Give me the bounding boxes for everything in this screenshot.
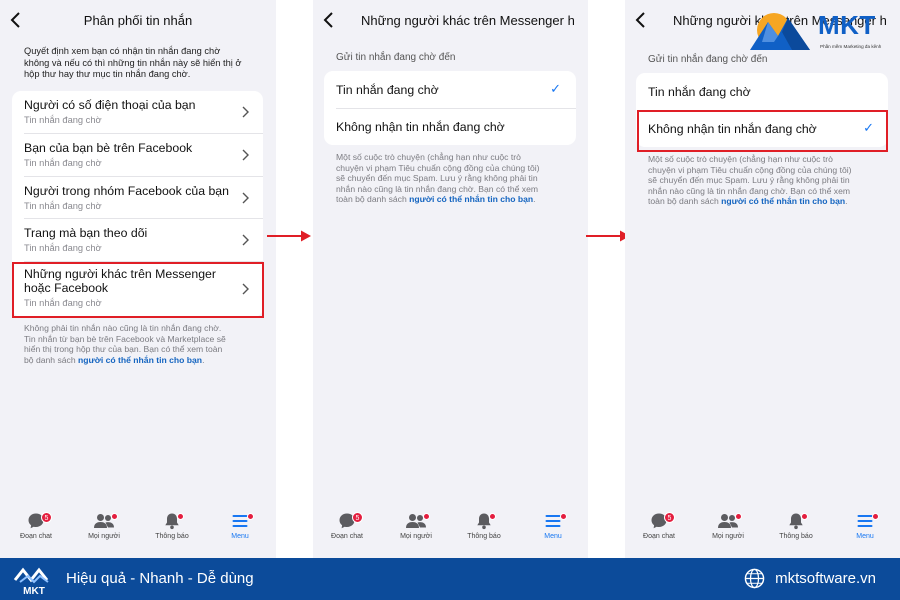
slogan: Hiệu quả - Nhanh - Dễ dùng (66, 570, 254, 587)
bottom-tab-bar: 5 Đoạn chat Mọi người Thông báo Menu (313, 508, 588, 558)
highlight-box (637, 110, 888, 152)
tab-notifications[interactable]: Thông báo (771, 512, 821, 556)
notification-dot (423, 513, 430, 520)
bottom-tab-bar: 5 Đoạn chat Mọi người Thông báo Menu (0, 508, 276, 558)
who-can-message-link[interactable]: người có thể nhắn tin cho bạn (78, 355, 202, 365)
unread-badge: 5 (664, 512, 675, 523)
globe-icon (744, 568, 765, 589)
tab-notifications[interactable]: Thông báo (147, 512, 197, 556)
notification-dot (872, 513, 879, 520)
footnote: Một số cuộc trò chuyện (chẳng hạn như cu… (336, 152, 540, 205)
page-title: Phân phối tin nhắn (83, 13, 193, 28)
footer-banner: MKT Hiệu quả - Nhanh - Dễ dùng mktsoftwa… (0, 558, 900, 600)
footer-logo-text: MKT (23, 586, 45, 596)
notification-dot (801, 513, 808, 520)
tab-chats[interactable]: 5 Đoạn chat (634, 512, 684, 556)
tab-people[interactable]: Mọi người (703, 512, 753, 556)
option-no-pending[interactable]: Không nhận tin nhắn đang chờ (324, 109, 576, 145)
section-label: Gửi tin nhắn đang chờ đến (336, 52, 456, 63)
notification-dot (560, 513, 567, 520)
notification-dot (247, 513, 254, 520)
brand-logo: MKT Phần mềm Marketing đa kênh (748, 6, 896, 58)
tutorial-image: Phân phối tin nhắn Quyết định xem bạn có… (0, 0, 900, 600)
brand-name: MKT (818, 10, 876, 40)
header: Những người khác trên Messenger h... (313, 8, 588, 34)
header: Phân phối tin nhắn (0, 8, 276, 34)
notification-dot (111, 513, 118, 520)
chevron-right-icon (242, 106, 249, 118)
footnote: Không phải tin nhắn nào cũng là tin nhắn… (24, 323, 226, 365)
tab-menu[interactable]: Menu (840, 512, 890, 556)
settings-description: Quyết định xem bạn có nhận tin nhắn đang… (24, 46, 242, 79)
mkt-footer-logo-icon: MKT (13, 567, 49, 596)
list-item[interactable]: Người trong nhóm Facebook của bạn Tin nh… (12, 177, 263, 219)
list-item[interactable]: Người có số điện thoại của bạn Tin nhắn … (12, 91, 263, 133)
notification-dot (177, 513, 184, 520)
screen-others-option-selected: Những người khác trên Messenger h... Gửi… (625, 0, 900, 558)
tab-notifications[interactable]: Thông báo (459, 512, 509, 556)
unread-badge: 5 (352, 512, 363, 523)
brand-tagline: Phần mềm Marketing đa kênh (820, 44, 882, 49)
option-pending[interactable]: Tin nhắn đang chờ ✓ (324, 71, 576, 108)
options-card: Tin nhắn đang chờ ✓ Không nhận tin nhắn … (324, 71, 576, 145)
footnote: Một số cuộc trò chuyện (chẳng hạn như cu… (648, 154, 852, 207)
chevron-right-icon (242, 234, 249, 246)
step-arrow-icon (267, 230, 311, 242)
screen-delivery-settings: Phân phối tin nhắn Quyết định xem bạn có… (0, 0, 276, 558)
tab-chats[interactable]: 5 Đoạn chat (11, 512, 61, 556)
notification-dot (735, 513, 742, 520)
screen-others-option-default: Những người khác trên Messenger h... Gửi… (313, 0, 588, 558)
tab-chats[interactable]: 5 Đoạn chat (322, 512, 372, 556)
tab-menu[interactable]: Menu (528, 512, 578, 556)
tab-people[interactable]: Mọi người (79, 512, 129, 556)
website-link[interactable]: mktsoftware.vn (775, 570, 876, 587)
list-item[interactable]: Trang mà bạn theo dõi Tin nhắn đang chờ (12, 219, 263, 261)
page-title: Những người khác trên Messenger h... (361, 13, 574, 28)
highlight-box (12, 262, 264, 318)
tab-people[interactable]: Mọi người (391, 512, 441, 556)
mkt-logo-icon (750, 13, 810, 50)
tab-menu[interactable]: Menu (215, 512, 265, 556)
list-item[interactable]: Bạn của bạn bè trên Facebook Tin nhắn đa… (12, 134, 263, 176)
bottom-tab-bar: 5 Đoạn chat Mọi người Thông báo Menu (625, 508, 900, 558)
who-can-message-link[interactable]: người có thể nhắn tin cho bạn (409, 194, 533, 204)
notification-dot (489, 513, 496, 520)
check-icon: ✓ (550, 81, 561, 96)
chevron-right-icon (242, 149, 249, 161)
back-arrow-icon[interactable] (323, 11, 335, 29)
who-can-message-link[interactable]: người có thể nhắn tin cho bạn (721, 196, 845, 206)
back-arrow-icon[interactable] (635, 11, 647, 29)
option-pending[interactable]: Tin nhắn đang chờ (636, 73, 888, 110)
unread-badge: 5 (41, 512, 52, 523)
chevron-right-icon (242, 192, 249, 204)
